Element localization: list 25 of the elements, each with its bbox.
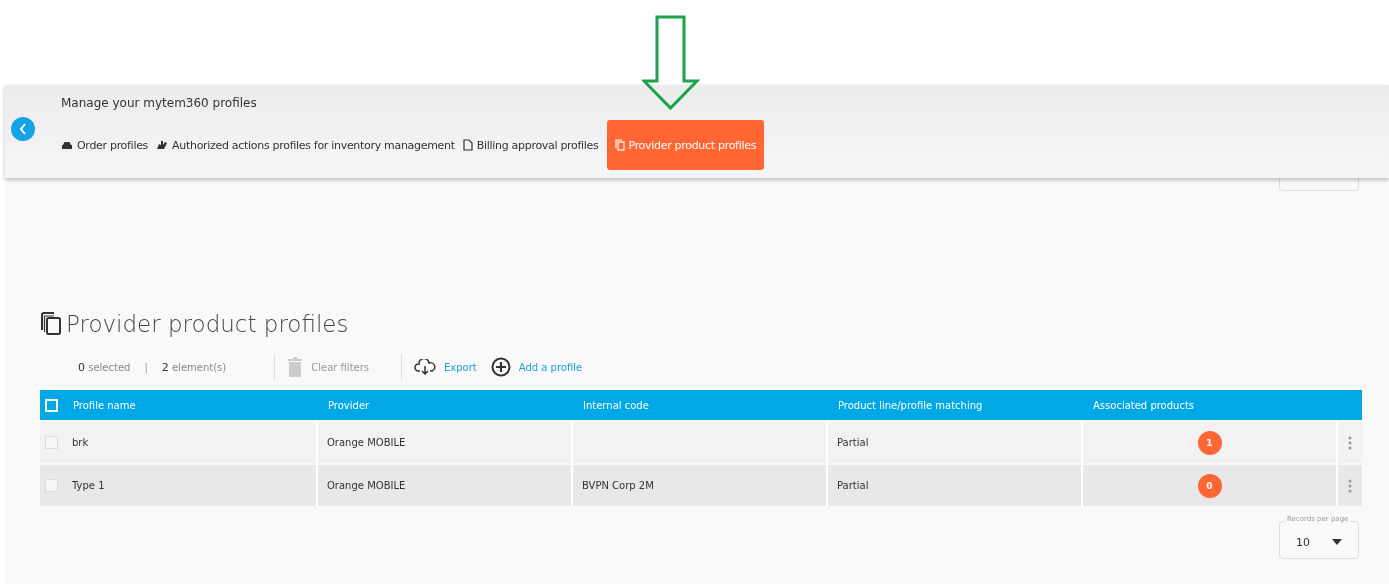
column-header[interactable]: Associated products	[1083, 390, 1338, 420]
count-badge: 1	[1197, 430, 1222, 455]
table-cell: Partial	[828, 422, 1083, 463]
table-cell: brk	[63, 422, 318, 463]
tab[interactable]: Authorized actions profiles for inventory management	[156, 120, 463, 170]
page-heading: Manage your mytem360 profiles	[61, 96, 258, 112]
column-header[interactable]: Profile name	[63, 390, 318, 420]
count-label: 0 selected	[78, 360, 131, 374]
table-cell: BVPN Corp 2M	[573, 465, 828, 506]
table-cell: Orange MOBILE	[318, 422, 573, 463]
column-header[interactable]: Provider	[318, 390, 573, 420]
add-profile-button[interactable]: Add a profile	[490, 357, 583, 377]
section-title: Provider product profiles	[66, 311, 349, 337]
tab[interactable]: Provider product profiles	[606, 120, 765, 170]
count-badge: 0	[1197, 473, 1222, 498]
export-button[interactable]: Export	[414, 359, 477, 375]
separator-text: |	[144, 361, 148, 373]
count-label: 2 element(s)	[161, 360, 227, 374]
table-cell: Partial	[828, 465, 1083, 506]
column-header[interactable]: Product line/profile matching	[828, 390, 1083, 420]
table-cell: Type 1	[63, 465, 318, 506]
tab[interactable]: Billing approval profiles	[462, 120, 607, 170]
tab[interactable]: Order profiles	[61, 120, 157, 170]
column-header[interactable]: Internal code	[573, 390, 828, 420]
table-cell: Orange MOBILE	[318, 465, 573, 506]
